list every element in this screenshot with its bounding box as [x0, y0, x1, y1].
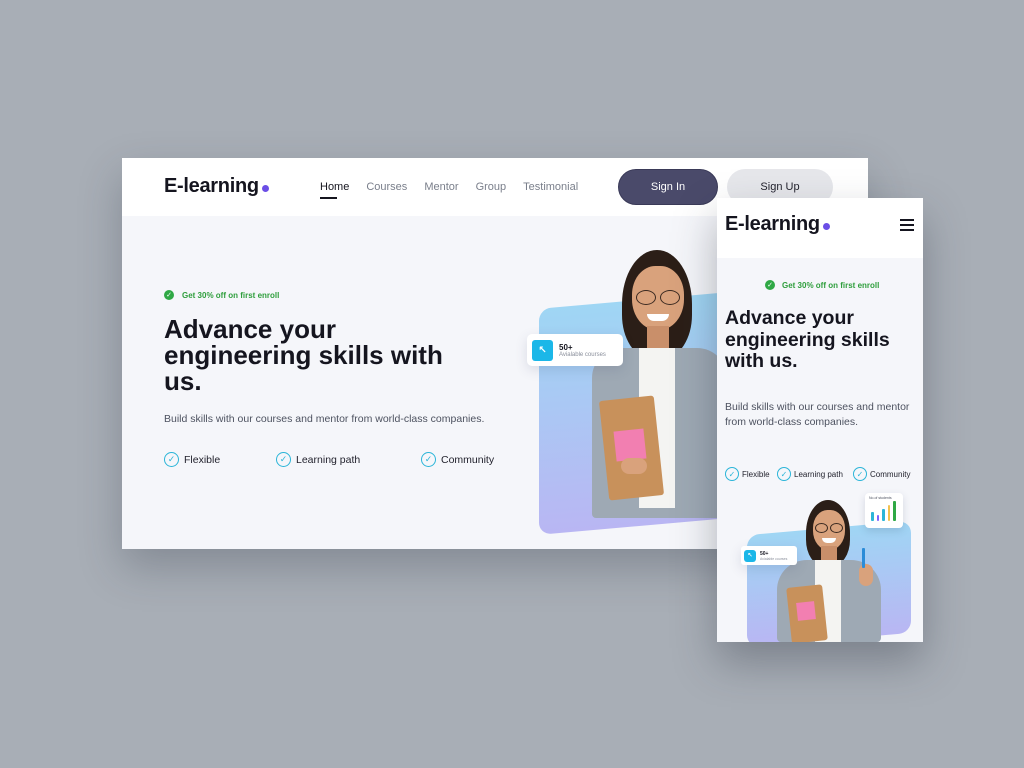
hero-subtext: Build skills with our courses and mentor… — [164, 413, 485, 425]
sign-in-button[interactable]: Sign In — [618, 169, 718, 205]
logo-dot-icon — [822, 223, 830, 230]
student-photo — [587, 248, 727, 533]
badge-check-icon: ✓ — [765, 280, 775, 290]
main-menu: Home Courses Mentor Group Testimonial — [320, 181, 578, 199]
available-courses-card: ↖ 50+ Avialable courses — [741, 546, 797, 565]
check-circle-icon: ✓ — [164, 452, 179, 467]
feature-label: Community — [870, 469, 911, 479]
students-chart-card: No.of students — [865, 493, 903, 528]
feature-list: ✓ Flexible ✓ Learning path ✓ Community — [164, 452, 494, 467]
feature-label: Flexible — [742, 469, 770, 479]
feature-flexible: ✓ Flexible — [725, 467, 777, 481]
badge-check-icon: ✓ — [164, 290, 174, 300]
hamburger-menu-icon[interactable] — [900, 219, 914, 231]
chart-bar — [893, 501, 896, 521]
stat-label: Avialable courses — [559, 351, 606, 358]
nav-courses[interactable]: Courses — [366, 181, 407, 193]
nav-testimonial[interactable]: Testimonial — [523, 181, 578, 193]
mobile-preview: E-learning ✓ Get 30% off on first enroll… — [717, 198, 923, 642]
hero-heading: Advance your engineering skills with us. — [725, 307, 890, 372]
mobile-navbar: E-learning — [717, 198, 923, 258]
nav-group[interactable]: Group — [476, 181, 507, 193]
hero-visual: ↖ 50+ Avialable courses No.of students — [741, 493, 923, 642]
brand-name: E-learning — [725, 213, 820, 235]
check-circle-icon: ✓ — [853, 467, 867, 481]
feature-community: ✓ Community — [853, 467, 910, 481]
feature-label: Community — [441, 453, 495, 466]
brand-logo[interactable]: E-learning — [725, 213, 830, 236]
check-circle-icon: ✓ — [725, 467, 739, 481]
promo-text: Get 30% off on first enroll — [182, 290, 280, 300]
available-courses-card: ↖ 50+ Avialable courses — [527, 334, 623, 366]
brand-logo[interactable]: E-learning — [164, 175, 269, 198]
nav-home[interactable]: Home — [320, 181, 349, 199]
feature-flexible: ✓ Flexible — [164, 452, 276, 467]
feature-label: Learning path — [296, 453, 361, 466]
feature-label: Learning path — [794, 469, 843, 479]
brand-name: E-learning — [164, 175, 259, 197]
feature-learning-path: ✓ Learning path — [777, 467, 853, 481]
chart-label: No.of students — [869, 496, 892, 500]
chart-bar — [887, 505, 890, 521]
check-circle-icon: ✓ — [421, 452, 436, 467]
arrow-up-left-icon: ↖ — [744, 549, 756, 562]
feature-list: ✓ Flexible ✓ Learning path ✓ Community — [725, 467, 910, 481]
hero-heading: Advance your engineering skills with us. — [164, 314, 443, 396]
nav-mentor[interactable]: Mentor — [424, 181, 458, 193]
promo-banner: ✓ Get 30% off on first enroll — [164, 290, 279, 300]
chart-bar — [876, 515, 879, 521]
promo-banner: ✓ Get 30% off on first enroll — [765, 280, 879, 290]
chart-bar — [882, 509, 885, 521]
logo-dot-icon — [261, 185, 269, 192]
feature-label: Flexible — [184, 453, 221, 466]
feature-community: ✓ Community — [421, 452, 494, 467]
arrow-up-left-icon: ↖ — [532, 339, 553, 361]
check-circle-icon: ✓ — [276, 452, 291, 467]
chart-bar — [871, 512, 874, 521]
feature-learning-path: ✓ Learning path — [276, 452, 421, 467]
hero-subtext: Build skills with our courses and mentor… — [725, 401, 910, 428]
promo-text: Get 30% off on first enroll — [782, 280, 880, 290]
stat-value: 50+ — [559, 342, 573, 352]
stat-label: Avialable courses — [760, 556, 788, 561]
check-circle-icon: ✓ — [777, 467, 791, 481]
